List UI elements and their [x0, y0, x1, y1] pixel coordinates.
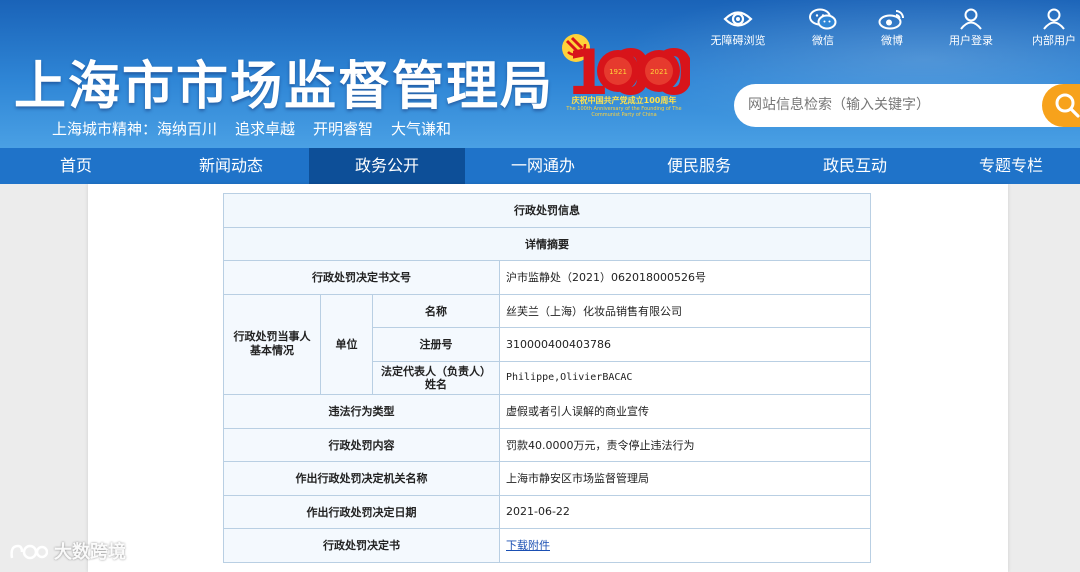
- user-icon: [960, 8, 982, 30]
- table-row: 行政处罚决定书文号 沪市监静处（2021）062018000526号: [223, 260, 871, 295]
- doc-cell: 下载附件: [499, 528, 871, 563]
- watermark-logo-icon: [10, 544, 48, 560]
- nav-home[interactable]: 首页: [0, 148, 152, 184]
- logo-caption-cn: 庆祝中国共产党成立100周年: [571, 96, 677, 105]
- nav-topics[interactable]: 专题专栏: [933, 148, 1080, 184]
- table-row: 行政处罚当事人基本情况 单位 名称 丝芙兰（上海）化妆品销售有限公司: [223, 293, 871, 395]
- type-value: 虚假或者引人误解的商业宣传: [499, 394, 871, 429]
- slogan-1: 上海城市精神：海纳百川: [52, 120, 218, 138]
- city-slogans: 上海城市精神：海纳百川 追求卓越 开明睿智 大气谦和: [52, 118, 451, 139]
- nav-convenience[interactable]: 便民服务: [621, 148, 777, 184]
- main-nav: 首页 新闻动态 政务公开 一网通办 便民服务 政民互动 专题专栏: [0, 148, 1080, 184]
- logo-year-2021: 2021: [650, 68, 668, 76]
- content-value: 罚款40.0000万元，责令停止违法行为: [499, 427, 871, 462]
- slogan-4: 大气谦和: [391, 120, 452, 138]
- site-title[interactable]: 上海市市场监督管理局: [14, 44, 554, 119]
- wechat-link[interactable]: 微信: [787, 8, 859, 52]
- table-row: 行政处罚内容 罚款40.0000万元，责令停止违法行为: [223, 427, 871, 462]
- weibo-icon: [878, 10, 904, 30]
- penalty-info-table: 行政处罚信息 详情摘要 行政处罚决定书文号 沪市监静处（2021）0620180…: [223, 193, 871, 563]
- date-label: 作出行政处罚决定日期: [223, 494, 500, 529]
- reg-label: 注册号: [372, 327, 500, 362]
- slogan-2: 追求卓越: [235, 120, 296, 138]
- unit-label: 单位: [320, 293, 373, 395]
- user-login-label: 用户登录: [949, 34, 993, 47]
- table-row: 违法行为类型 虚假或者引人误解的商业宣传: [223, 394, 871, 429]
- date-value: 2021-06-22: [499, 494, 871, 529]
- table-title: 行政处罚信息: [223, 193, 871, 228]
- nav-gov-affairs[interactable]: 政务公开: [309, 148, 465, 184]
- table-row: 详情摘要: [223, 226, 871, 261]
- download-attachment-link[interactable]: 下载附件: [506, 539, 550, 552]
- rep-label: 法定代表人（负责人）姓名: [372, 360, 500, 395]
- eye-icon: [723, 11, 753, 27]
- table-row: 行政处罚决定书 下载附件: [223, 528, 871, 563]
- nav-news[interactable]: 新闻动态: [155, 148, 307, 184]
- logo-caption-en: The 100th Anniversary of the Founding of…: [566, 106, 682, 118]
- search-icon: [1055, 93, 1080, 118]
- accessibility-label: 无障碍浏览: [710, 34, 766, 47]
- weibo-label: 微博: [881, 34, 903, 47]
- accessibility-link[interactable]: 无障碍浏览: [702, 8, 774, 52]
- slogan-3: 开明睿智: [313, 120, 374, 138]
- doc-label: 行政处罚决定书: [223, 528, 500, 563]
- search-button[interactable]: [1042, 84, 1080, 127]
- wechat-label: 微信: [812, 34, 834, 47]
- reg-value: 310000400403786: [499, 327, 871, 362]
- name-value: 丝芙兰（上海）化妆品销售有限公司: [499, 293, 871, 328]
- weibo-link[interactable]: 微博: [856, 8, 928, 52]
- user-login-link[interactable]: 用户登录: [935, 8, 1007, 52]
- user-icon: [1043, 8, 1065, 30]
- org-label: 作出行政处罚决定机关名称: [223, 461, 500, 496]
- org-value: 上海市静安区市场监督管理局: [499, 461, 871, 496]
- doc-no-value: 沪市监静处（2021）062018000526号: [499, 260, 871, 295]
- watermark: 大数跨境: [8, 536, 126, 566]
- party-label: 行政处罚当事人基本情况: [223, 293, 321, 395]
- watermark-text: 大数跨境: [54, 542, 126, 563]
- content-label: 行政处罚内容: [223, 427, 500, 462]
- doc-no-label: 行政处罚决定书文号: [223, 260, 500, 295]
- table-row: 作出行政处罚决定日期 2021-06-22: [223, 494, 871, 529]
- search-box: [734, 84, 1080, 127]
- type-label: 违法行为类型: [223, 394, 500, 429]
- nav-interaction[interactable]: 政民互动: [777, 148, 933, 184]
- wechat-icon: [809, 8, 837, 30]
- logo-year-1921: 1921: [609, 68, 627, 76]
- nav-online-services[interactable]: 一网通办: [465, 148, 621, 184]
- internal-user-label: 内部用户: [1032, 34, 1076, 47]
- internal-user-link[interactable]: 内部用户: [1018, 8, 1080, 52]
- site-header: 上海市市场监督管理局 上海城市精神：海纳百川 追求卓越 开明睿智 大气谦和 10…: [0, 0, 1080, 148]
- top-links: 无障碍浏览 微信 微博 用户登录 内部用户: [700, 8, 1080, 52]
- table-row: 作出行政处罚决定机关名称 上海市静安区市场监督管理局: [223, 461, 871, 496]
- rep-value: Philippe,OlivierBACAC: [499, 360, 871, 395]
- table-subtitle: 详情摘要: [223, 226, 871, 261]
- search-input[interactable]: [748, 94, 1038, 116]
- table-row: 行政处罚信息: [223, 193, 871, 228]
- name-label: 名称: [372, 293, 500, 328]
